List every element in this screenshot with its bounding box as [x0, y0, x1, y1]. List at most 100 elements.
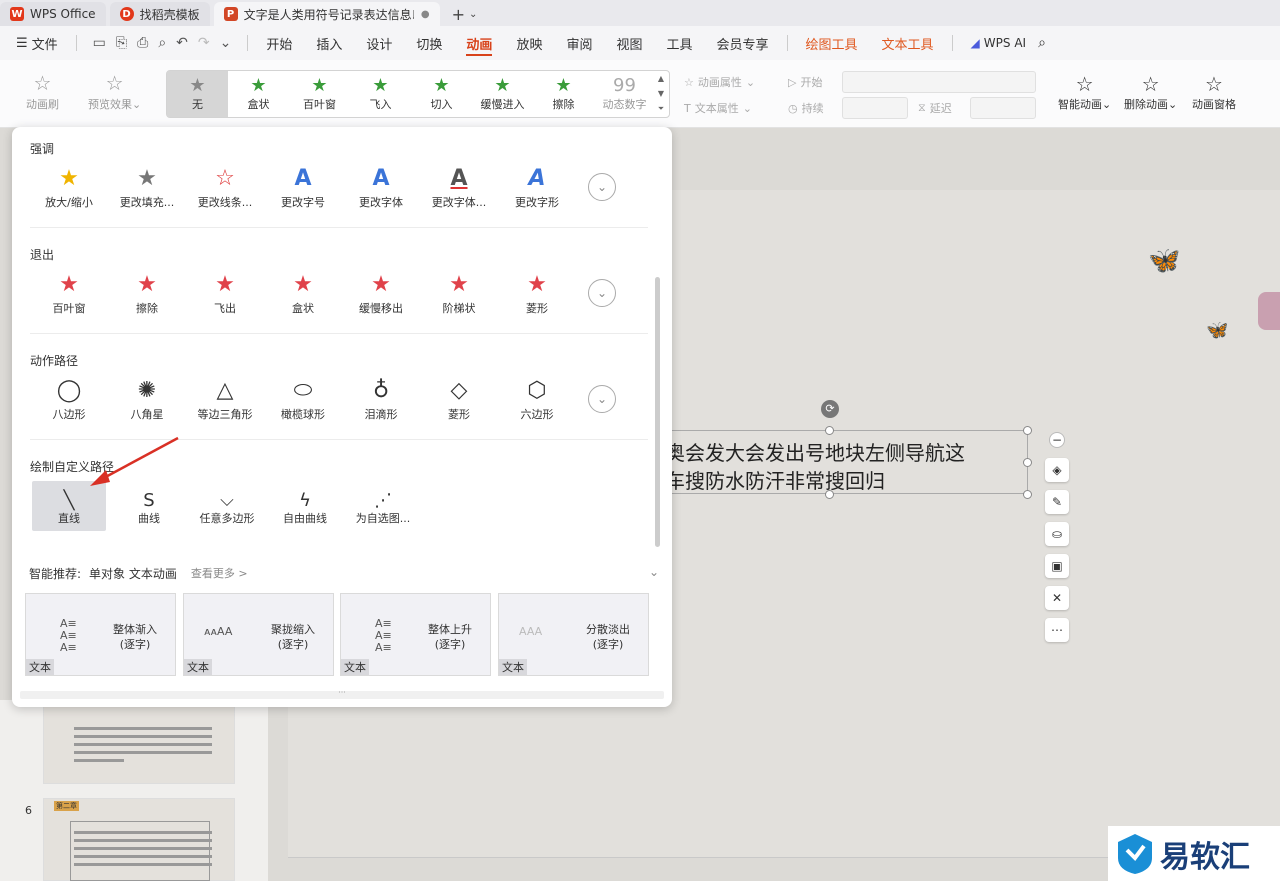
rotate-handle-icon[interactable]: ⟳ [821, 400, 839, 418]
panel-resize-grip[interactable]: ··· [20, 689, 664, 699]
resize-handle[interactable] [1023, 426, 1032, 435]
anim-change-font-color[interactable]: A 更改字体... [420, 155, 498, 219]
chevron-down-icon[interactable]: ⌄ [220, 35, 232, 51]
custom-path-line[interactable]: ╲ 直线 [32, 481, 106, 531]
chevron-up-icon[interactable]: ▲ [658, 74, 664, 83]
anim-change-fill[interactable]: ★ 更改填充... [108, 155, 186, 219]
pen-icon[interactable]: ✎ [1045, 490, 1069, 514]
slide-thumbnail-5[interactable] [43, 706, 235, 784]
menu-drawing-tools[interactable]: 绘图工具 [794, 26, 870, 60]
resize-handle[interactable] [825, 490, 834, 499]
anim-exit-ease-out[interactable]: ★ 缓慢移出 [342, 261, 420, 325]
menu-insert[interactable]: 插入 [304, 26, 354, 60]
collapse-icon[interactable]: − [1049, 432, 1065, 448]
expand-icon[interactable]: ⏷ [658, 104, 664, 114]
gallery-item-box[interactable]: ★ 盒状 [228, 71, 289, 117]
path-diamond[interactable]: ◇ 菱形 [420, 367, 498, 431]
delay-input[interactable] [970, 97, 1036, 119]
see-more-link[interactable]: 查看更多 > [191, 565, 248, 582]
anim-grow-shrink[interactable]: ★ 放大/缩小 [30, 155, 108, 219]
menu-transition[interactable]: 切换 [404, 26, 454, 60]
tab-current-document[interactable]: P 文字是人类用符号记录表达信息以 ● [213, 2, 440, 26]
smart-card-gather-shrink[interactable]: ᴀᴀAA 聚拢缩入 (逐字) 文本 [183, 593, 334, 676]
gallery-item-cut-in[interactable]: ★ 切入 [411, 71, 472, 117]
smart-card-rise-up[interactable]: A≡ A≡ A≡ 整体上升 (逐字) 文本 [340, 593, 491, 676]
menu-text-tools[interactable]: 文本工具 [870, 26, 946, 60]
delete-animation-button[interactable]: ☆ 删除动画⌄ [1124, 72, 1177, 112]
anim-exit-box[interactable]: ★ 盒状 [264, 261, 342, 325]
path-hexagon[interactable]: ⬡ 六边形 [498, 367, 576, 431]
gallery-item-wipe[interactable]: ★ 擦除 [533, 71, 594, 117]
smart-card-scatter-fade[interactable]: AAA 分散淡出 (逐字) 文本 [498, 593, 649, 676]
gallery-scroll[interactable]: ▲ ▼ ⏷ [655, 71, 667, 117]
path-octagram[interactable]: ✺ 八角星 [108, 367, 186, 431]
animation-painter-button[interactable]: ☆ 动画刷 [26, 70, 59, 112]
anim-exit-fly-out[interactable]: ★ 飞出 [186, 261, 264, 325]
menu-tools[interactable]: 工具 [654, 26, 704, 60]
undo-icon[interactable]: ↶ [176, 35, 188, 51]
more-icon[interactable]: ⋯ [1045, 618, 1069, 642]
frame-icon[interactable]: ▣ [1045, 554, 1069, 578]
path-football[interactable]: ⬭ 橄榄球形 [264, 367, 342, 431]
layers-icon[interactable]: ◈ [1045, 458, 1069, 482]
slide-thumbnail-6[interactable]: 第二章 [43, 798, 235, 881]
path-octagon[interactable]: ◯ 八边形 [30, 367, 108, 431]
anim-exit-stairs[interactable]: ★ 阶梯状 [420, 261, 498, 325]
menu-design[interactable]: 设计 [354, 26, 404, 60]
text-properties-button[interactable]: T 文本属性 ⌄ [684, 100, 752, 116]
redo-icon[interactable]: ↷ [198, 35, 210, 51]
menu-view[interactable]: 视图 [604, 26, 654, 60]
start-select[interactable] [842, 71, 1036, 93]
smart-card-fade-in[interactable]: A≡ A≡ A≡ 整体渐入 (逐字) 文本 [25, 593, 176, 676]
menu-start[interactable]: 开始 [254, 26, 304, 60]
gallery-item-dynamic-number[interactable]: 99 动态数字 [594, 71, 655, 117]
hamburger-icon[interactable]: ☰ [16, 36, 28, 51]
custom-path-curve[interactable]: S 曲线 [110, 481, 188, 531]
custom-path-freeform[interactable]: ⌵ 任意多边形 [188, 481, 266, 531]
print-preview-icon[interactable]: ⌕ [158, 35, 166, 51]
anim-change-font[interactable]: A 更改字体 [342, 155, 420, 219]
export-pdf-icon[interactable]: ⎘ [116, 35, 127, 51]
resize-handle[interactable] [825, 426, 834, 435]
menu-animation[interactable]: 动画 [454, 26, 504, 60]
anim-change-line[interactable]: ☆ 更改线条... [186, 155, 264, 219]
anim-exit-blinds[interactable]: ★ 百叶窗 [30, 261, 108, 325]
anim-exit-wipe[interactable]: ★ 擦除 [108, 261, 186, 325]
anim-change-font-size[interactable]: A 更改字号 [264, 155, 342, 219]
duration-input[interactable] [842, 97, 908, 119]
chevron-down-icon[interactable]: ⌄ [588, 173, 616, 201]
preview-effect-button[interactable]: ☆ 预览效果⌄ [88, 70, 141, 112]
save-icon[interactable]: ▭ [93, 35, 106, 51]
panel-scrollbar[interactable] [655, 277, 660, 547]
anim-exit-diamond[interactable]: ★ 菱形 [498, 261, 576, 325]
unsaved-dot-icon[interactable]: ● [421, 9, 430, 20]
chevron-down-icon[interactable]: ⌄ [588, 385, 616, 413]
new-tab-button[interactable]: + ⌄ [444, 2, 486, 26]
gallery-item-none[interactable]: ★ 无 [167, 71, 228, 117]
resize-handle[interactable] [1023, 490, 1032, 499]
custom-path-shape[interactable]: ⋰ 为自选图... [344, 481, 422, 531]
menu-member[interactable]: 会员专享 [705, 26, 781, 60]
smart-animation-button[interactable]: ☆ 智能动画⌄ [1058, 72, 1111, 112]
tab-wps-office[interactable]: W WPS Office [0, 2, 106, 26]
gallery-item-fly-in[interactable]: ★ 飞入 [350, 71, 411, 117]
print-icon[interactable]: ⎙ [137, 35, 148, 51]
anim-change-font-style[interactable]: A 更改字形 [498, 155, 576, 219]
search-icon[interactable]: ⌕ [1038, 35, 1046, 51]
resize-handle[interactable] [1023, 458, 1032, 467]
tools-icon[interactable]: ✕ [1045, 586, 1069, 610]
fill-icon[interactable]: ⛀ [1045, 522, 1069, 546]
chevron-down-icon[interactable]: ⌄ [649, 565, 659, 582]
custom-path-scribble[interactable]: ϟ 自由曲线 [266, 481, 344, 531]
menu-wps-ai[interactable]: ◢ WPS AI [959, 26, 1039, 60]
selected-textbox[interactable]: 奥会发大会发出号地块左侧导航这 车搜防水防汗非常搜回归 [664, 430, 1028, 494]
path-teardrop[interactable]: ♁ 泪滴形 [342, 367, 420, 431]
chevron-down-icon[interactable]: ⌄ [469, 9, 477, 20]
menu-review[interactable]: 审阅 [554, 26, 604, 60]
menu-file[interactable]: 文件 [28, 26, 70, 60]
menu-slideshow[interactable]: 放映 [504, 26, 554, 60]
tab-docer-templates[interactable]: D 找稻壳模板 [109, 2, 210, 26]
path-triangle[interactable]: △ 等边三角形 [186, 367, 264, 431]
gallery-item-ease-in[interactable]: ★ 缓慢进入 [472, 71, 533, 117]
gallery-item-blinds[interactable]: ★ 百叶窗 [289, 71, 350, 117]
